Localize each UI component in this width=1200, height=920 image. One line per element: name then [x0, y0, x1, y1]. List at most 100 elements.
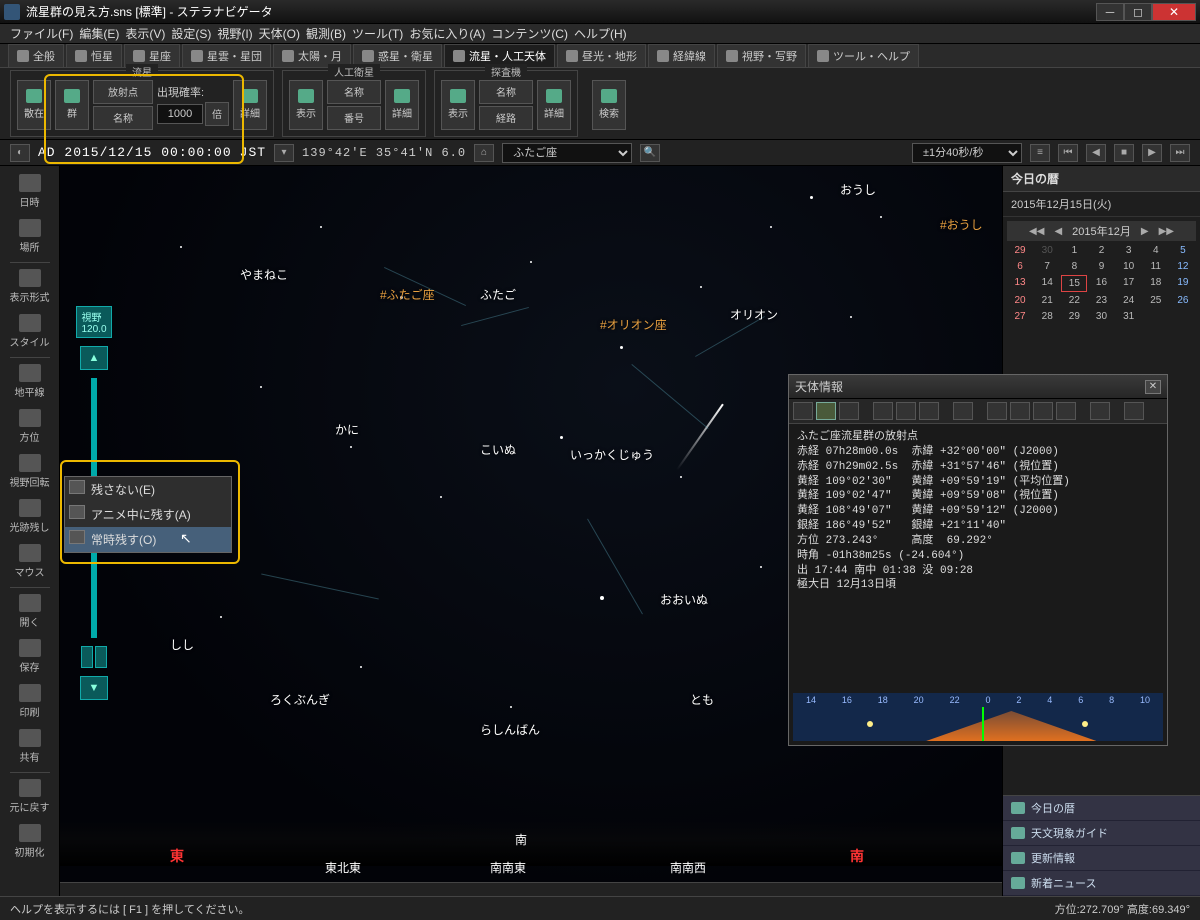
sidebar-print[interactable]: 印刷 [5, 680, 55, 723]
tab-fov[interactable]: 視野・写野 [717, 44, 806, 67]
cal-day[interactable] [1088, 325, 1114, 329]
cal-day[interactable]: 24 [1116, 293, 1142, 308]
constellation-select[interactable]: ふたご座 [502, 143, 632, 163]
cal-day[interactable]: 2 [1088, 243, 1114, 258]
cal-day[interactable]: 30 [1088, 309, 1114, 324]
fov-pan-buttons[interactable] [81, 646, 107, 668]
tab-grid[interactable]: 経緯線 [648, 44, 715, 67]
link-news[interactable]: 新着ニュース [1003, 871, 1200, 896]
cal-day[interactable]: 26 [1170, 293, 1196, 308]
cal-day[interactable] [1170, 309, 1196, 324]
menu-observe[interactable]: 観測(B) [306, 25, 346, 42]
sat-detail-button[interactable]: 詳細 [385, 80, 419, 130]
cal-next-year[interactable]: ▶▶ [1159, 226, 1174, 237]
cal-day[interactable]: 9 [1088, 259, 1114, 274]
sidebar-direction[interactable]: 方位 [5, 405, 55, 448]
cal-day[interactable]: 30 [1034, 243, 1060, 258]
sidebar-mouse[interactable]: マウス [5, 540, 55, 583]
home-button[interactable]: ⌂ [474, 144, 494, 162]
info-help-button[interactable] [1124, 402, 1144, 420]
probe-detail-button[interactable]: 詳細 [537, 80, 571, 130]
info-close-button[interactable]: ✕ [1145, 380, 1161, 394]
cal-day[interactable]: 1 [1061, 243, 1087, 258]
cal-day[interactable] [1143, 325, 1169, 329]
cal-day[interactable]: 31 [1116, 309, 1142, 324]
name-button[interactable]: 名称 [93, 106, 153, 130]
sat-name-button[interactable]: 名称 [327, 80, 381, 104]
close-button[interactable]: ✕ [1152, 3, 1196, 21]
info-star-button[interactable] [816, 402, 836, 420]
menu-trail-always[interactable]: 常時残す(O) [65, 527, 231, 552]
fov-down-button[interactable]: ▼ [80, 676, 108, 700]
info-pick-button[interactable] [953, 402, 973, 420]
tab-stars[interactable]: 恒星 [66, 44, 122, 67]
menu-tools[interactable]: ツール(T) [352, 25, 403, 42]
cal-day[interactable]: 22 [1061, 293, 1087, 308]
info-gear-button[interactable] [1090, 402, 1110, 420]
sky-horizontal-scrollbar[interactable] [60, 882, 1002, 896]
cal-prev-month[interactable]: ◀ [1054, 226, 1062, 237]
cal-day[interactable]: 12 [1170, 259, 1196, 274]
cal-day[interactable]: 19 [1170, 275, 1196, 292]
cal-day[interactable]: 21 [1034, 293, 1060, 308]
info-cross-button[interactable] [873, 402, 893, 420]
cal-day[interactable]: 3 [1116, 243, 1142, 258]
menu-contents[interactable]: コンテンツ(C) [491, 25, 568, 42]
scatter-button[interactable]: 散在 [17, 80, 51, 130]
sidebar-display-mode[interactable]: 表示形式 [5, 265, 55, 308]
info-frame-button[interactable] [1033, 402, 1053, 420]
stop-button[interactable]: ■ [1114, 144, 1134, 162]
menu-trail-anime[interactable]: アニメ中に残す(A) [65, 502, 231, 527]
link-guide[interactable]: 天文現象ガイド [1003, 821, 1200, 846]
sidebar-reset[interactable]: 初期化 [5, 820, 55, 863]
menu-settings[interactable]: 設定(S) [171, 25, 211, 42]
sidebar-fov-rotate[interactable]: 視野回転 [5, 450, 55, 493]
cal-day[interactable]: 11 [1143, 259, 1169, 274]
cal-day[interactable]: 10 [1116, 259, 1142, 274]
cal-day[interactable]: 7 [1034, 259, 1060, 274]
tab-toolhelp[interactable]: ツール・ヘルプ [808, 44, 919, 67]
cal-day[interactable]: 27 [1007, 309, 1033, 324]
sidebar-datetime[interactable]: 日時 [5, 170, 55, 213]
sidebar-style[interactable]: スタイル [5, 310, 55, 353]
info-photo-button[interactable] [1010, 402, 1030, 420]
cal-day[interactable]: 8 [1061, 259, 1087, 274]
probability-input[interactable] [157, 104, 203, 124]
info-titlebar[interactable]: 天体情報 ✕ [789, 375, 1167, 399]
datetime-display[interactable]: AD 2015/12/15 00:00:00 [38, 145, 232, 160]
link-update[interactable]: 更新情報 [1003, 846, 1200, 871]
cal-day[interactable]: 29 [1061, 309, 1087, 324]
cal-day[interactable]: 28 [1034, 309, 1060, 324]
sidebar-location[interactable]: 場所 [5, 215, 55, 258]
first-button[interactable]: ⏮ [1058, 144, 1078, 162]
find-button[interactable]: 🔍 [640, 144, 660, 162]
probe-display-button[interactable]: 表示 [441, 80, 475, 130]
menu-view[interactable]: 表示(V) [125, 25, 165, 42]
info-planet-button[interactable] [839, 402, 859, 420]
cal-day[interactable]: 13 [1007, 275, 1033, 292]
sidebar-trail[interactable]: 光跡残し [5, 495, 55, 538]
speed-select[interactable]: ±1分40秒/秒 [912, 143, 1022, 163]
cal-day[interactable]: 25 [1143, 293, 1169, 308]
time-mode-button[interactable]: ◐ [10, 144, 30, 162]
probe-name-button[interactable]: 名称 [479, 80, 533, 104]
menu-favorites[interactable]: お気に入り(A) [409, 25, 485, 42]
sidebar-open[interactable]: 開く [5, 590, 55, 633]
cal-day[interactable]: 5 [1170, 243, 1196, 258]
menu-object[interactable]: 天体(O) [259, 25, 300, 42]
info-edit-button[interactable] [987, 402, 1007, 420]
group-button[interactable]: 群 [55, 80, 89, 130]
menu-help[interactable]: ヘルプ(H) [574, 25, 627, 42]
info-list-button[interactable] [1056, 402, 1076, 420]
sidebar-save[interactable]: 保存 [5, 635, 55, 678]
cal-day[interactable]: 17 [1116, 275, 1142, 292]
cal-day[interactable] [1116, 325, 1142, 329]
cal-day[interactable] [1143, 309, 1169, 324]
cal-day[interactable]: 20 [1007, 293, 1033, 308]
last-button[interactable]: ⏭ [1170, 144, 1190, 162]
sat-display-button[interactable]: 表示 [289, 80, 323, 130]
sidebar-share[interactable]: 共有 [5, 725, 55, 768]
sidebar-horizon[interactable]: 地平線 [5, 360, 55, 403]
cal-day[interactable]: 18 [1143, 275, 1169, 292]
step-button[interactable]: ≡ [1030, 144, 1050, 162]
